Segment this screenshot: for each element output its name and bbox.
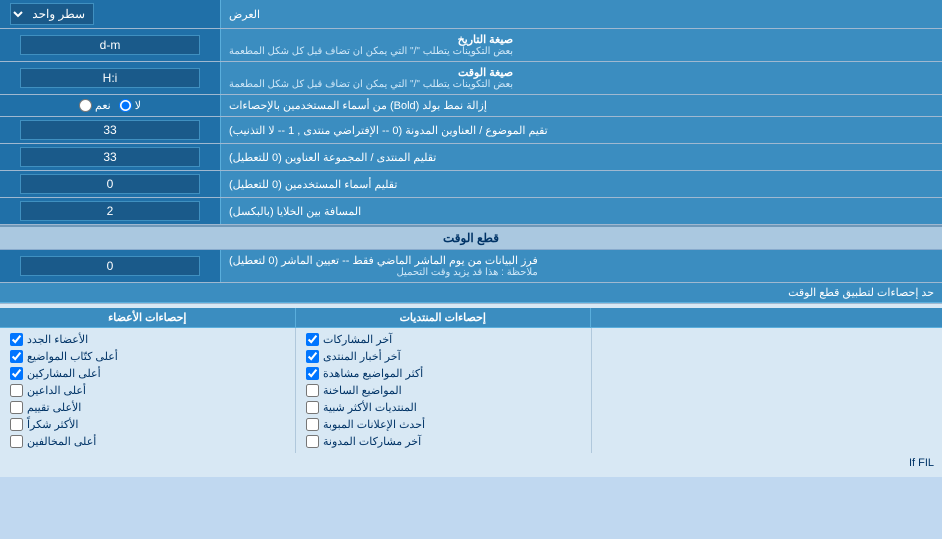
checkbox-top-topic-writers[interactable] — [10, 350, 23, 363]
date-format-input-cell — [0, 29, 220, 61]
display-label: العرض — [220, 0, 942, 28]
bold-yes-radio[interactable] — [79, 99, 92, 112]
check-item: أعلى الداعين — [10, 382, 285, 399]
bold-no-radio[interactable] — [119, 99, 132, 112]
bold-remove-options: لا نعم — [0, 95, 220, 116]
checkbox-col-forums: آخر المشاركات آخر أخبار المنتدى أكثر الم… — [295, 328, 591, 453]
checkbox-most-thanked[interactable] — [10, 418, 23, 431]
check-item: الأعضاء الجدد — [10, 331, 285, 348]
checkbox-highest-rated[interactable] — [10, 401, 23, 414]
check-item: آخر المشاركات — [306, 331, 581, 348]
checkbox-top-inviters[interactable] — [10, 384, 23, 397]
time-format-label: صيغة الوقت بعض التكوينات يتطلب "/" التي … — [220, 62, 942, 94]
checkbox-new-members[interactable] — [10, 333, 23, 346]
checkboxes-container: آخر المشاركات آخر أخبار المنتدى أكثر الم… — [0, 328, 942, 453]
cell-spacing-input-cell — [0, 198, 220, 224]
checkbox-top-violators[interactable] — [10, 435, 23, 448]
check-item: أعلى المشاركين — [10, 365, 285, 382]
check-item: آخر مشاركات المدونة — [306, 433, 581, 450]
check-item: آخر أخبار المنتدى — [306, 348, 581, 365]
bold-remove-label: إزالة نمط بولد (Bold) من أسماء المستخدمي… — [220, 95, 942, 116]
time-format-input-cell — [0, 62, 220, 94]
display-select[interactable]: سطر واحد سطرين ثلاثة أسطر — [10, 3, 94, 25]
realtime-input-cell — [0, 250, 220, 282]
check-item: المواضيع الساخنة — [306, 382, 581, 399]
users-order-input-cell — [0, 171, 220, 197]
check-item: أعلى المخالفين — [10, 433, 285, 450]
time-format-input[interactable] — [20, 68, 200, 88]
users-order-label: تقليم أسماء المستخدمين (0 للتعطيل) — [220, 171, 942, 197]
checkbox-title-col2: إحصاءات المنتديات — [295, 308, 591, 327]
topics-order-input[interactable] — [20, 120, 200, 140]
check-item: أكثر المواضيع مشاهدة — [306, 365, 581, 382]
realtime-section-header: قطع الوقت — [0, 225, 942, 250]
checkbox-title-row: إحصاءات المنتديات إحصاءات الأعضاء — [0, 308, 942, 328]
display-input-cell: سطر واحد سطرين ثلاثة أسطر — [0, 0, 220, 28]
realtime-label: فرز البيانات من يوم الماشر الماضي فقط --… — [220, 250, 942, 282]
forum-order-input[interactable] — [20, 147, 200, 167]
forum-order-input-cell — [0, 144, 220, 170]
checkbox-col-empty — [591, 328, 942, 453]
topics-order-label: تقيم الموضوع / العناوين المدونة (0 -- ال… — [220, 117, 942, 143]
checkbox-section: إحصاءات المنتديات إحصاءات الأعضاء آخر ال… — [0, 303, 942, 477]
date-format-label: صيغة التاريخ بعض التكوينات يتطلب "/" الت… — [220, 29, 942, 61]
checkbox-col-members: الأعضاء الجدد أعلى كتّاب المواضيع أعلى ا… — [0, 328, 295, 453]
check-item: أعلى كتّاب المواضيع — [10, 348, 285, 365]
checkbox-blog-posts[interactable] — [306, 435, 319, 448]
checkbox-latest-ads[interactable] — [306, 418, 319, 431]
date-format-input[interactable] — [20, 35, 200, 55]
checkbox-hot-topics[interactable] — [306, 384, 319, 397]
checkbox-last-posts[interactable] — [306, 333, 319, 346]
users-order-input[interactable] — [20, 174, 200, 194]
cell-spacing-label: المسافة بين الخلايا (بالبكسل) — [220, 198, 942, 224]
check-item: أحدث الإعلانات المبوبة — [306, 416, 581, 433]
checkbox-most-viewed[interactable] — [306, 367, 319, 380]
forum-order-label: تقليم المنتدى / المجموعة العناوين (0 للت… — [220, 144, 942, 170]
checkbox-title-col1 — [590, 308, 942, 327]
topics-order-input-cell — [0, 117, 220, 143]
cell-spacing-input[interactable] — [20, 201, 200, 221]
if-fil-text: If FIL — [0, 453, 942, 473]
realtime-input[interactable] — [20, 256, 200, 276]
bold-no-label[interactable]: لا — [119, 99, 141, 112]
check-item: المنتديات الأكثر شبية — [306, 399, 581, 416]
check-item: الأكثر شكراً — [10, 416, 285, 433]
check-item: الأعلى تقييم — [10, 399, 285, 416]
bold-yes-label[interactable]: نعم — [79, 99, 111, 112]
checkbox-most-similar-forums[interactable] — [306, 401, 319, 414]
checkbox-top-posters[interactable] — [10, 367, 23, 380]
limit-row: حد إحصاءات لتطبيق قطع الوقت — [0, 283, 942, 303]
checkbox-forum-news[interactable] — [306, 350, 319, 363]
checkbox-title-col3: إحصاءات الأعضاء — [0, 308, 295, 327]
